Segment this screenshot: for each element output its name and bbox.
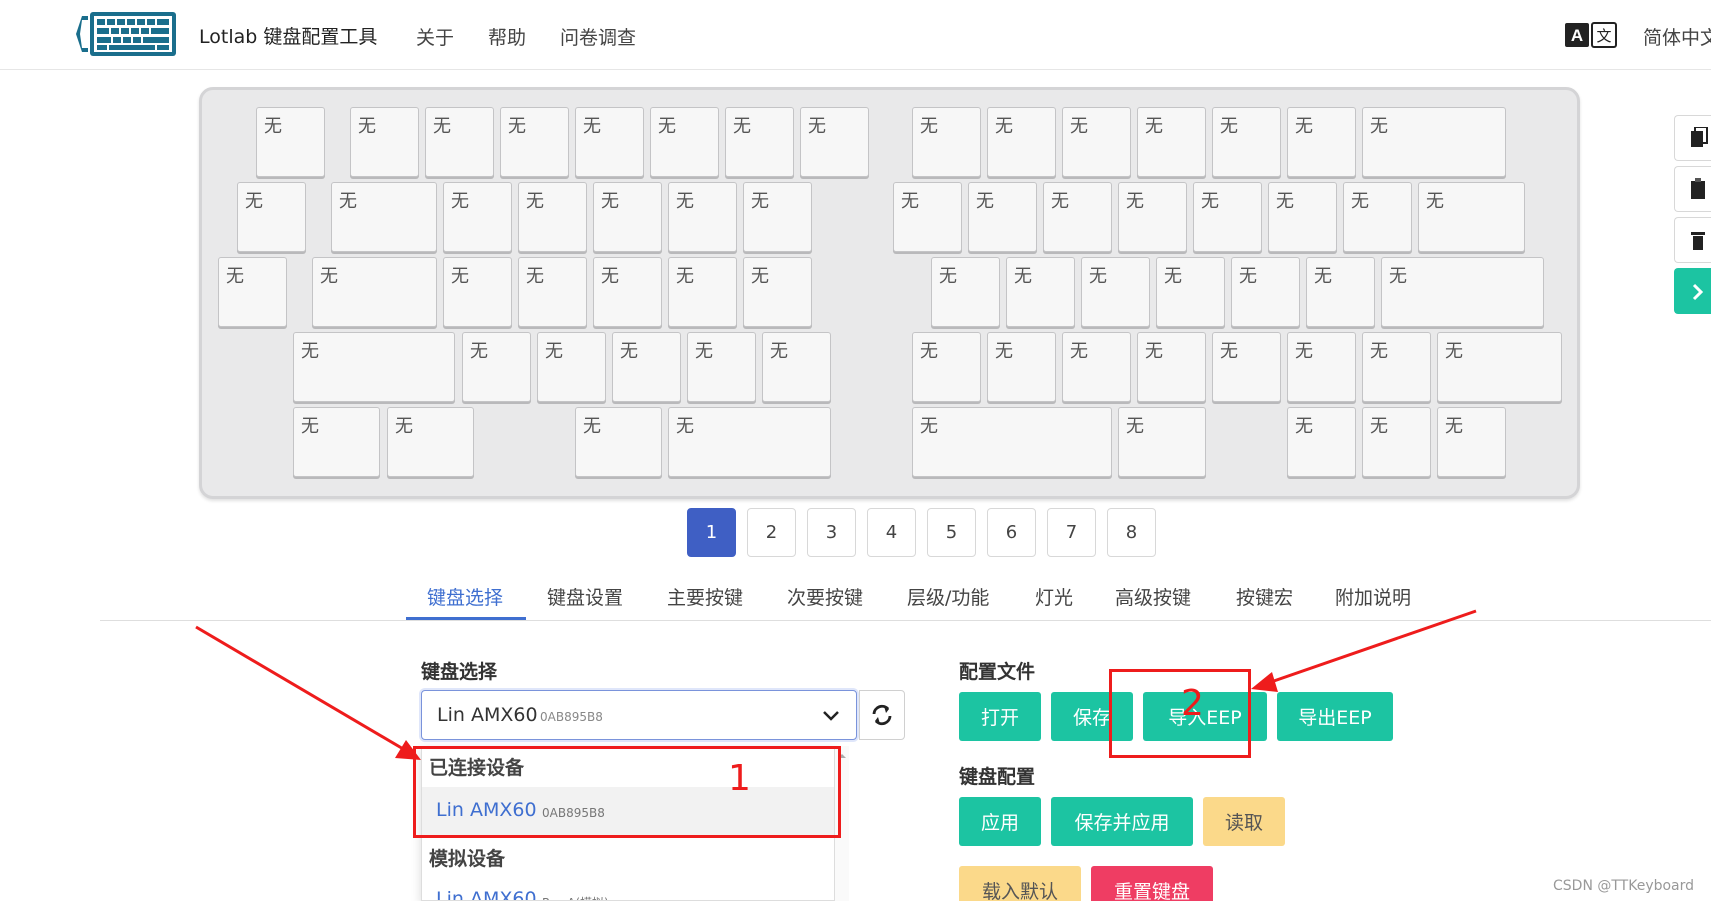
annotation-arrows	[195, 609, 1477, 760]
watermark: CSDN @TTKeyboard	[1553, 878, 1695, 894]
arrow-to-device-list	[195, 625, 421, 760]
arrow-to-import-eep	[1251, 609, 1477, 692]
